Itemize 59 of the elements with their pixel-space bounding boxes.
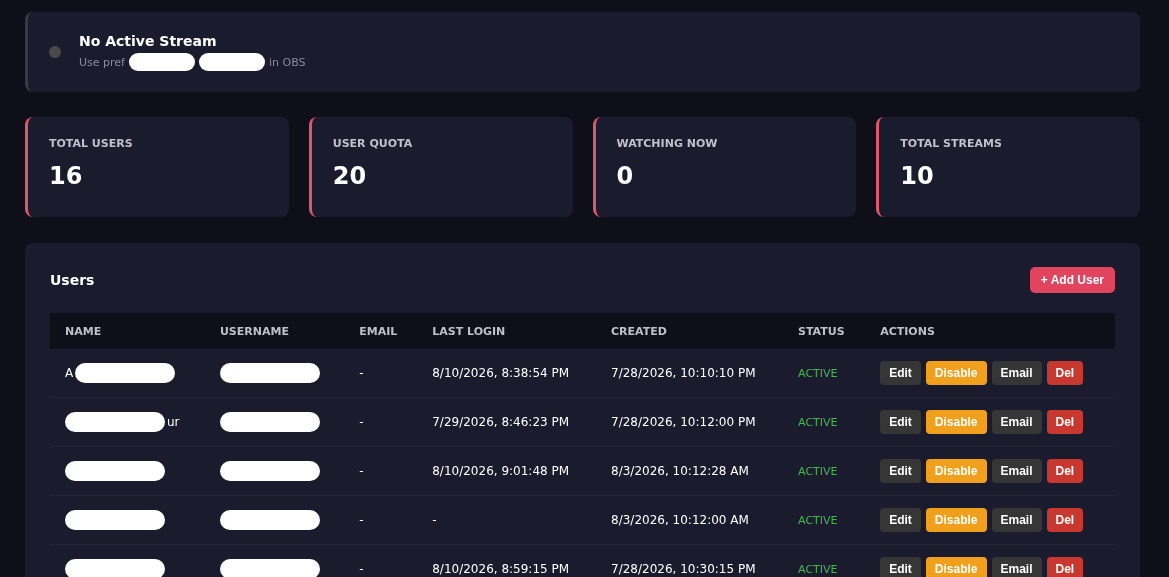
status-text: ACTIVE bbox=[798, 563, 838, 576]
redaction-mark bbox=[128, 53, 195, 71]
stat-label: WATCHING NOW bbox=[616, 137, 719, 150]
edit-button[interactable]: Edit bbox=[880, 557, 921, 577]
status-text: ACTIVE bbox=[798, 514, 838, 527]
stat-label: TOTAL STREAMS bbox=[900, 137, 1003, 150]
created-text: 8/3/2026, 10:12:28 AM bbox=[611, 464, 749, 478]
edit-button[interactable]: Edit bbox=[880, 508, 921, 532]
edit-button[interactable]: Edit bbox=[880, 410, 921, 434]
edit-button[interactable]: Edit bbox=[880, 459, 921, 483]
stream-title: No Active Stream bbox=[79, 33, 218, 49]
email-button[interactable]: Email bbox=[991, 508, 1042, 532]
created-text: 7/28/2026, 10:30:15 PM bbox=[611, 562, 756, 576]
name-text: A bbox=[65, 366, 74, 380]
name-text: ur bbox=[167, 415, 180, 429]
stream-hint: Use pref bbox=[79, 55, 125, 69]
last-login-text: 7/29/2026, 8:46:23 PM bbox=[432, 415, 570, 429]
stream-hint: in OBS bbox=[268, 55, 306, 69]
status-text: ACTIVE bbox=[798, 465, 838, 478]
last-login-text: 8/10/2026, 8:38:54 PM bbox=[432, 366, 570, 380]
stat-value: 20 bbox=[332, 162, 368, 190]
last-login-text: - bbox=[432, 513, 437, 527]
redaction-mark bbox=[198, 53, 265, 71]
stat-value: 0 bbox=[616, 162, 635, 190]
email-button[interactable]: Email bbox=[991, 459, 1042, 483]
column-header: NAME bbox=[65, 324, 102, 338]
status-text: ACTIVE bbox=[798, 367, 838, 380]
last-login-text: 8/10/2026, 8:59:15 PM bbox=[432, 562, 570, 576]
stat-value: 10 bbox=[900, 162, 935, 190]
delete-button[interactable]: Del bbox=[1046, 361, 1084, 385]
edit-button[interactable]: Edit bbox=[880, 361, 921, 385]
stat-label: TOTAL USERS bbox=[49, 137, 134, 150]
add-user-button[interactable]: + Add User bbox=[1029, 267, 1115, 293]
delete-button[interactable]: Del bbox=[1046, 508, 1084, 532]
status-text: ACTIVE bbox=[798, 416, 838, 429]
created-text: 7/28/2026, 10:10:10 PM bbox=[611, 366, 756, 380]
email-text: - bbox=[359, 415, 364, 429]
column-header: EMAIL bbox=[359, 324, 398, 338]
delete-button[interactable]: Del bbox=[1046, 557, 1084, 577]
email-text: - bbox=[359, 464, 364, 478]
column-header: LAST LOGIN bbox=[432, 324, 506, 338]
email-text: - bbox=[359, 513, 364, 527]
stat-value: 16 bbox=[49, 162, 84, 190]
column-header: STATUS bbox=[798, 324, 845, 338]
email-button[interactable]: Email bbox=[991, 361, 1042, 385]
delete-button[interactable]: Del bbox=[1046, 410, 1084, 434]
email-text: - bbox=[359, 562, 364, 576]
panel-title: Users bbox=[50, 272, 95, 288]
column-header: CREATED bbox=[611, 324, 667, 338]
column-header: USERNAME bbox=[219, 324, 289, 338]
created-text: 8/3/2026, 10:12:00 AM bbox=[611, 513, 749, 527]
email-button[interactable]: Email bbox=[991, 410, 1042, 434]
created-text: 7/28/2026, 10:12:00 PM bbox=[611, 415, 756, 429]
delete-button[interactable]: Del bbox=[1046, 459, 1084, 483]
stat-label: USER QUOTA bbox=[332, 137, 414, 150]
email-button[interactable]: Email bbox=[991, 557, 1042, 577]
column-header: ACTIONS bbox=[880, 324, 935, 338]
last-login-text: 8/10/2026, 9:01:48 PM bbox=[432, 464, 570, 478]
email-text: - bbox=[359, 366, 364, 380]
